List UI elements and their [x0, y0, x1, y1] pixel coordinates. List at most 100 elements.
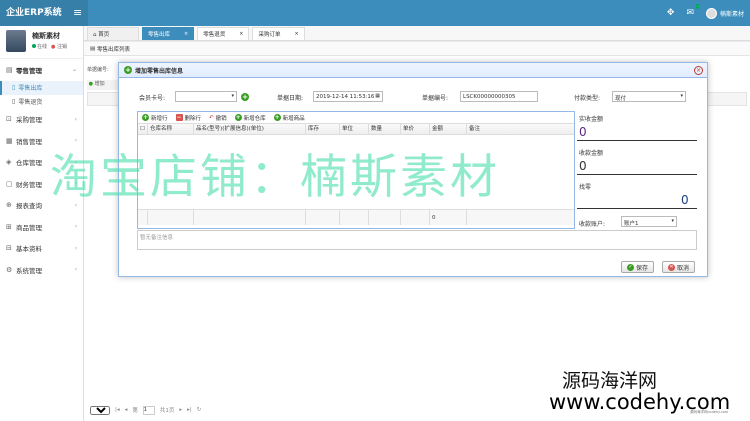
top-bar: 企业ERP系统 ≡ ✥ ✉ · 楠斯素材 [0, 0, 750, 26]
sidebar-item-system[interactable]: ⚙ 系统管理 ‹ [0, 259, 83, 281]
minus-icon: − [175, 114, 183, 121]
plus-icon: + [234, 114, 242, 121]
close-icon[interactable]: × [184, 31, 188, 37]
close-icon[interactable]: × [694, 66, 703, 75]
logout-link[interactable]: ● 注销 [51, 43, 67, 50]
add-warehouse-button[interactable]: + 新增仓库 [234, 114, 266, 122]
watermark-tiny: 源码海洋网codehy.com [690, 410, 729, 414]
online-status: 在线 [32, 43, 47, 50]
tab-purchase-order[interactable]: 采购订单 × [252, 27, 305, 40]
chevron-left-icon: ‹ [74, 266, 77, 274]
tab-home[interactable]: ⌂ 首页 [87, 27, 139, 40]
account-label: 收款账户: [579, 221, 606, 228]
delete-row-button[interactable]: − 删除行 [175, 114, 201, 122]
plus-icon: + [142, 114, 149, 121]
cancel-button[interactable]: ✕ 取消 [662, 261, 696, 273]
first-page-icon[interactable]: |◂ [115, 407, 120, 413]
sales-icon: ▦ [6, 136, 13, 145]
chevron-left-icon: ‹ [74, 115, 77, 123]
chevron-down-icon: ▾ [680, 93, 683, 99]
grid-icon: ⊟ [6, 244, 12, 253]
chevron-down-icon: ▾ [671, 218, 674, 224]
tab-bar: ⌂ 首页 零售出库 × 零售退货 × 采购订单 × [84, 26, 750, 41]
sidebar-item-retail[interactable]: ▤ 零售管理 ⌄ [0, 59, 83, 81]
account-select[interactable]: 账户1 ▾ [621, 216, 677, 227]
add-row-button[interactable]: + 新增行 [142, 114, 168, 122]
chevron-down-icon: ⌄ [71, 66, 77, 74]
pay-type-select[interactable]: 现付 ▾ [612, 91, 686, 102]
add-product-button[interactable]: + 新增商品 [273, 114, 305, 122]
search-label: 单据编号: [87, 67, 109, 73]
sidebar-item-basic-data[interactable]: ⊟ 基本资料 ‹ [0, 238, 83, 260]
dialog-title: 增加零售出库信息 [135, 67, 184, 75]
next-page-icon[interactable]: ▸ [179, 407, 182, 413]
chevron-left-icon: ‹ [74, 223, 77, 231]
chevron-down-icon: ▾ [231, 93, 234, 99]
page-total: 共1页 [159, 408, 175, 414]
undo-button[interactable]: ↶ 撤销 [209, 114, 227, 122]
menu-toggle-icon[interactable]: ≡ [73, 5, 82, 21]
fullscreen-icon[interactable]: ✥ [667, 8, 675, 18]
folder-icon: ▤ [6, 65, 13, 74]
tab-retail-out[interactable]: 零售出库 × [142, 27, 195, 40]
user-status: 在线 ● 注销 [32, 43, 67, 50]
message-icon[interactable]: ✉ · [686, 4, 699, 18]
dialog-form-row: 会员卡号: ▾ + 单据日期: 2019-12-14 11:53:16 ▦ 单据编… [119, 91, 709, 103]
page-prefix: 第 [132, 408, 138, 414]
grid-toolbar: + 新增行 − 删除行 ↶ 撤销 + 新增仓库 + 新增商品 [138, 112, 574, 124]
top-user-menu[interactable]: 楠斯素材 [705, 7, 744, 19]
member-select[interactable]: ▾ [175, 91, 237, 102]
last-page-icon[interactable]: ▸| [187, 407, 192, 413]
sidebar-item-purchase[interactable]: ⊡ 采购管理 ‹ [0, 109, 83, 131]
add-member-icon[interactable]: + [241, 93, 249, 101]
cancel-icon: ✕ [668, 263, 675, 271]
pay-type-label: 付款类型: [574, 95, 601, 102]
date-label: 单据日期: [277, 95, 304, 102]
avatar [6, 30, 26, 52]
sidebar-item-label: 零售管理 [16, 66, 42, 75]
plus-icon: ● [88, 81, 93, 87]
top-right-tools: ✥ ✉ · 楠斯素材 [667, 0, 744, 26]
save-button[interactable]: ✓ 保存 [621, 261, 655, 273]
logout-icon: ● [51, 44, 56, 50]
file-icon: ▯ [12, 84, 16, 91]
watermark-shop: 淘宝店铺：楠斯素材 [50, 150, 500, 205]
number-label: 单据编号: [422, 95, 449, 102]
report-icon: ⊕ [6, 201, 12, 210]
sidebar-subitem-retail-return[interactable]: ▯ 零售退货 [0, 95, 83, 109]
close-icon[interactable]: × [294, 31, 298, 37]
receivable-label: 实收金额 [579, 116, 604, 123]
cart-icon: ⊡ [6, 115, 12, 124]
undo-icon: ↶ [209, 114, 214, 121]
file-icon: ▯ [12, 98, 16, 105]
pagination: 15 |◂ ◂ 第 共1页 ▸ ▸| ↻ [90, 404, 201, 416]
online-dot-icon [32, 44, 36, 48]
message-badge: · [695, 4, 699, 9]
remark-textarea[interactable]: 暂无备注信息 [137, 230, 697, 250]
user-panel: 楠斯素材 在线 ● 注销 [0, 26, 83, 59]
sidebar-item-products[interactable]: ⊞ 商品管理 ‹ [0, 216, 83, 238]
footer-total: 0 [430, 210, 467, 225]
watermark-site-name: 源码海洋网 [562, 370, 658, 392]
top-user-name: 楠斯素材 [719, 10, 744, 18]
page-size-select[interactable]: 15 [90, 405, 110, 415]
prev-page-icon[interactable]: ◂ [125, 407, 128, 413]
check-icon: ✓ [627, 263, 634, 271]
plus-icon: + [273, 114, 281, 121]
number-input[interactable]: LSCK00000000305 [460, 91, 538, 102]
page-input[interactable] [142, 405, 155, 415]
finance-icon: ▢ [6, 179, 13, 188]
close-icon[interactable]: × [239, 31, 243, 37]
grid-footer: 0 [138, 209, 574, 225]
user-name: 楠斯素材 [32, 32, 60, 40]
home-icon: ⌂ [93, 32, 97, 38]
sidebar-subitem-retail-out[interactable]: ▯ 零售出库 [0, 80, 83, 95]
member-label: 会员卡号: [139, 95, 166, 102]
grid-header: ☐ 仓库名称 品名(型号)(扩展信息)(单位) 库存 单位 数量 单价 金额 备… [138, 124, 574, 135]
avatar [705, 7, 717, 19]
tab-retail-return[interactable]: 零售退货 × [197, 27, 250, 40]
date-input[interactable]: 2019-12-14 11:53:16 ▦ [313, 91, 383, 102]
refresh-icon[interactable]: ↻ [197, 407, 202, 413]
checkbox-all[interactable]: ☐ [138, 124, 148, 134]
product-icon: ⊞ [6, 222, 12, 231]
